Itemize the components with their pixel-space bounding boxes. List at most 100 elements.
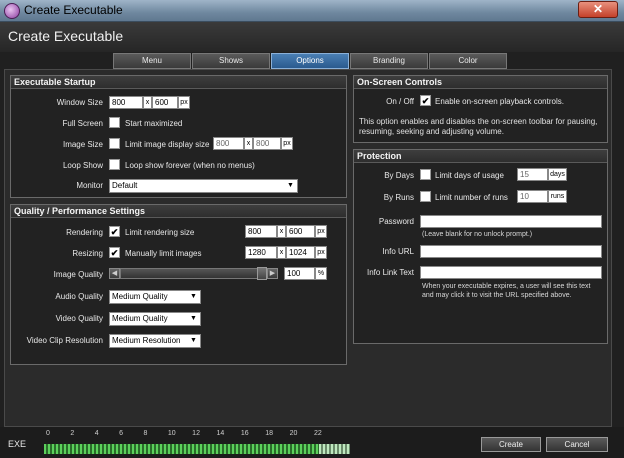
meter-tick-label: 6: [119, 430, 123, 437]
by-days-field[interactable]: 15: [517, 168, 548, 181]
window-height-field[interactable]: 600: [152, 96, 178, 109]
full-screen-label: Full Screen: [62, 119, 103, 128]
resizing-label: Resizing: [72, 249, 103, 258]
tab-options[interactable]: Options: [271, 53, 349, 69]
meter-tick-label: 8: [143, 430, 148, 437]
by-runs-text: Limit number of runs: [435, 193, 508, 202]
by-days-checkbox[interactable]: [420, 169, 431, 180]
image-size-x: x: [244, 137, 253, 150]
meter-tick-label: 20: [289, 430, 298, 437]
slider-left-icon[interactable]: ◀: [109, 268, 120, 279]
app-icon: [4, 3, 20, 19]
exe-label: EXE: [8, 439, 27, 449]
audio-quality-value: Medium Quality: [112, 292, 168, 301]
password-note: (Leave blank for no unlock prompt.): [422, 231, 533, 238]
close-button[interactable]: ✕: [578, 1, 618, 18]
cancel-button[interactable]: Cancel: [546, 437, 608, 452]
chevron-down-icon: ▼: [190, 315, 197, 322]
dialog: Create Executable Menu Shows Options Bra…: [0, 22, 624, 458]
image-quality-slider[interactable]: [120, 268, 267, 279]
protection-panel: Protection By Days Limit days of usage 1…: [353, 149, 608, 344]
image-quality-field[interactable]: 100: [284, 267, 315, 280]
by-runs-checkbox[interactable]: [420, 191, 431, 202]
info-link-text-field[interactable]: [420, 266, 602, 279]
loop-show-checkbox[interactable]: [109, 159, 120, 170]
rendering-unit: px: [315, 225, 327, 238]
resizing-x: x: [277, 246, 286, 259]
resizing-width-field[interactable]: 1280: [245, 246, 277, 259]
meter-tick-label: 12: [192, 430, 200, 437]
meter-tick-label: 2: [70, 430, 75, 437]
monitor-select[interactable]: Default ▼: [109, 179, 298, 193]
startup-panel-title: Executable Startup: [11, 76, 346, 89]
rendering-checkbox[interactable]: ✔: [109, 226, 120, 237]
tab-shows[interactable]: Shows: [192, 53, 270, 69]
by-runs-field[interactable]: 10: [517, 190, 548, 203]
image-size-label: Image Size: [62, 140, 103, 149]
tab-menu[interactable]: Menu: [113, 53, 191, 69]
onscreen-panel-title: On-Screen Controls: [354, 76, 607, 89]
options-content: Executable Startup Window Size 800 x 600…: [4, 69, 612, 427]
protection-panel-title: Protection: [354, 150, 607, 163]
by-days-text: Limit days of usage: [435, 171, 504, 180]
meter-tick-label: 4: [94, 430, 99, 437]
video-quality-select[interactable]: Medium Quality ▼: [109, 312, 201, 326]
by-days-label: By Days: [384, 171, 414, 180]
rendering-height-field[interactable]: 600: [286, 225, 315, 238]
window-size-x: x: [143, 96, 152, 109]
video-clip-resolution-value: Medium Resolution: [112, 336, 181, 345]
full-screen-checkbox[interactable]: [109, 117, 120, 128]
loop-show-text: Loop show forever (when no menus): [125, 161, 255, 170]
rendering-label: Rendering: [66, 228, 103, 237]
image-quality-unit: %: [315, 267, 327, 280]
video-clip-resolution-select[interactable]: Medium Resolution ▼: [109, 334, 201, 348]
window-title: Create Executable: [24, 3, 123, 17]
slider-right-icon[interactable]: ▶: [267, 268, 278, 279]
audio-quality-label: Audio Quality: [55, 292, 103, 301]
image-size-unit: px: [281, 137, 293, 150]
image-size-checkbox[interactable]: [109, 138, 120, 149]
create-button[interactable]: Create: [481, 437, 541, 452]
image-width-field[interactable]: 800: [213, 137, 244, 150]
window-width-field[interactable]: 800: [109, 96, 143, 109]
image-quality-label: Image Quality: [53, 270, 103, 279]
rendering-x: x: [277, 225, 286, 238]
onscreen-panel: On-Screen Controls On / Off ✔ Enable on-…: [353, 75, 608, 143]
rendering-text: Limit rendering size: [125, 228, 195, 237]
info-url-field[interactable]: [420, 245, 602, 258]
tab-branding[interactable]: Branding: [350, 53, 428, 69]
password-label: Password: [378, 217, 414, 226]
video-clip-resolution-label: Video Clip Resolution: [26, 336, 103, 345]
image-height-field[interactable]: 800: [253, 137, 281, 150]
loop-show-label: Loop Show: [62, 161, 103, 170]
meter-tick-label: 0: [46, 430, 50, 437]
window-size-label: Window Size: [56, 98, 103, 107]
by-runs-label: By Runs: [383, 193, 414, 202]
size-meter: [44, 444, 350, 454]
image-quality-thumb[interactable]: [257, 267, 267, 280]
dialog-footer: EXE 0 2 4 6 8 10 12 14 16 18 20 22 Create Cancel: [0, 427, 624, 458]
dialog-title: Create Executable: [8, 28, 124, 44]
audio-quality-select[interactable]: Medium Quality ▼: [109, 290, 201, 304]
meter-tick-label: 16: [240, 430, 249, 437]
resizing-text: Manually limit images: [125, 249, 202, 258]
meter-tick-label: 14: [216, 430, 225, 437]
resizing-height-field[interactable]: 1024: [286, 246, 315, 259]
video-quality-label: Video Quality: [55, 314, 103, 323]
by-days-unit: days: [548, 168, 567, 181]
resizing-unit: px: [315, 246, 327, 259]
password-field[interactable]: [420, 215, 602, 228]
rendering-width-field[interactable]: 800: [245, 225, 277, 238]
tab-color[interactable]: Color: [429, 53, 507, 69]
size-meter-remaining: [319, 444, 350, 454]
onscreen-checkbox[interactable]: ✔: [420, 95, 431, 106]
resizing-checkbox[interactable]: ✔: [109, 247, 120, 258]
video-quality-value: Medium Quality: [112, 314, 168, 323]
info-url-label: Info URL: [382, 247, 414, 256]
quality-panel: Quality / Performance Settings Rendering…: [10, 204, 347, 365]
window-title-bar: Create Executable ✕: [0, 0, 624, 22]
window-size-unit: px: [178, 96, 190, 109]
onscreen-toggle-label: On / Off: [386, 97, 414, 106]
chevron-down-icon: ▼: [190, 337, 197, 344]
by-runs-unit: runs: [548, 190, 567, 203]
